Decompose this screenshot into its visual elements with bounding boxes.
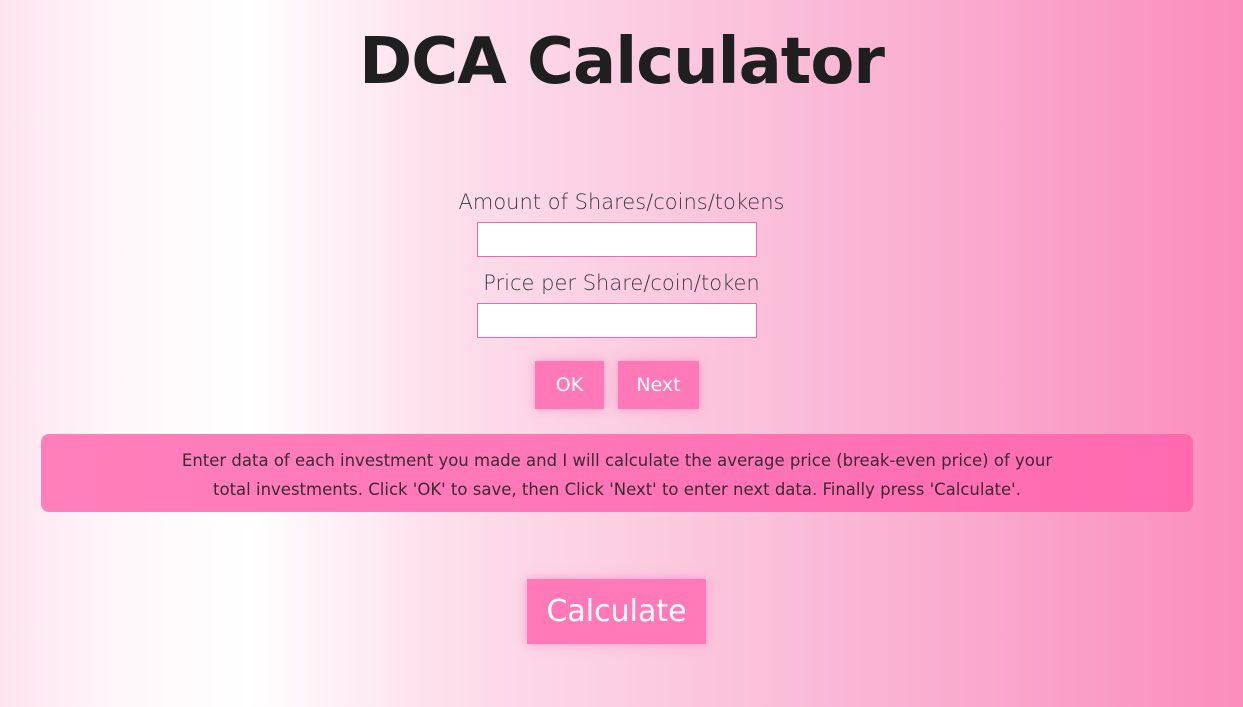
instructions-text: Enter data of each investment you made a… <box>181 451 1053 499</box>
next-button[interactable]: Next <box>618 361 699 409</box>
calculate-button[interactable]: Calculate <box>527 579 706 644</box>
amount-input[interactable] <box>477 222 757 257</box>
ok-button[interactable]: OK <box>535 361 604 409</box>
price-input[interactable] <box>477 303 757 338</box>
price-label: Price per Share/coin/token <box>483 271 760 295</box>
amount-label: Amount of Shares/coins/tokens <box>458 190 785 214</box>
instructions-box: Enter data of each investment you made a… <box>41 434 1193 512</box>
page-title: DCA Calculator <box>359 25 885 99</box>
